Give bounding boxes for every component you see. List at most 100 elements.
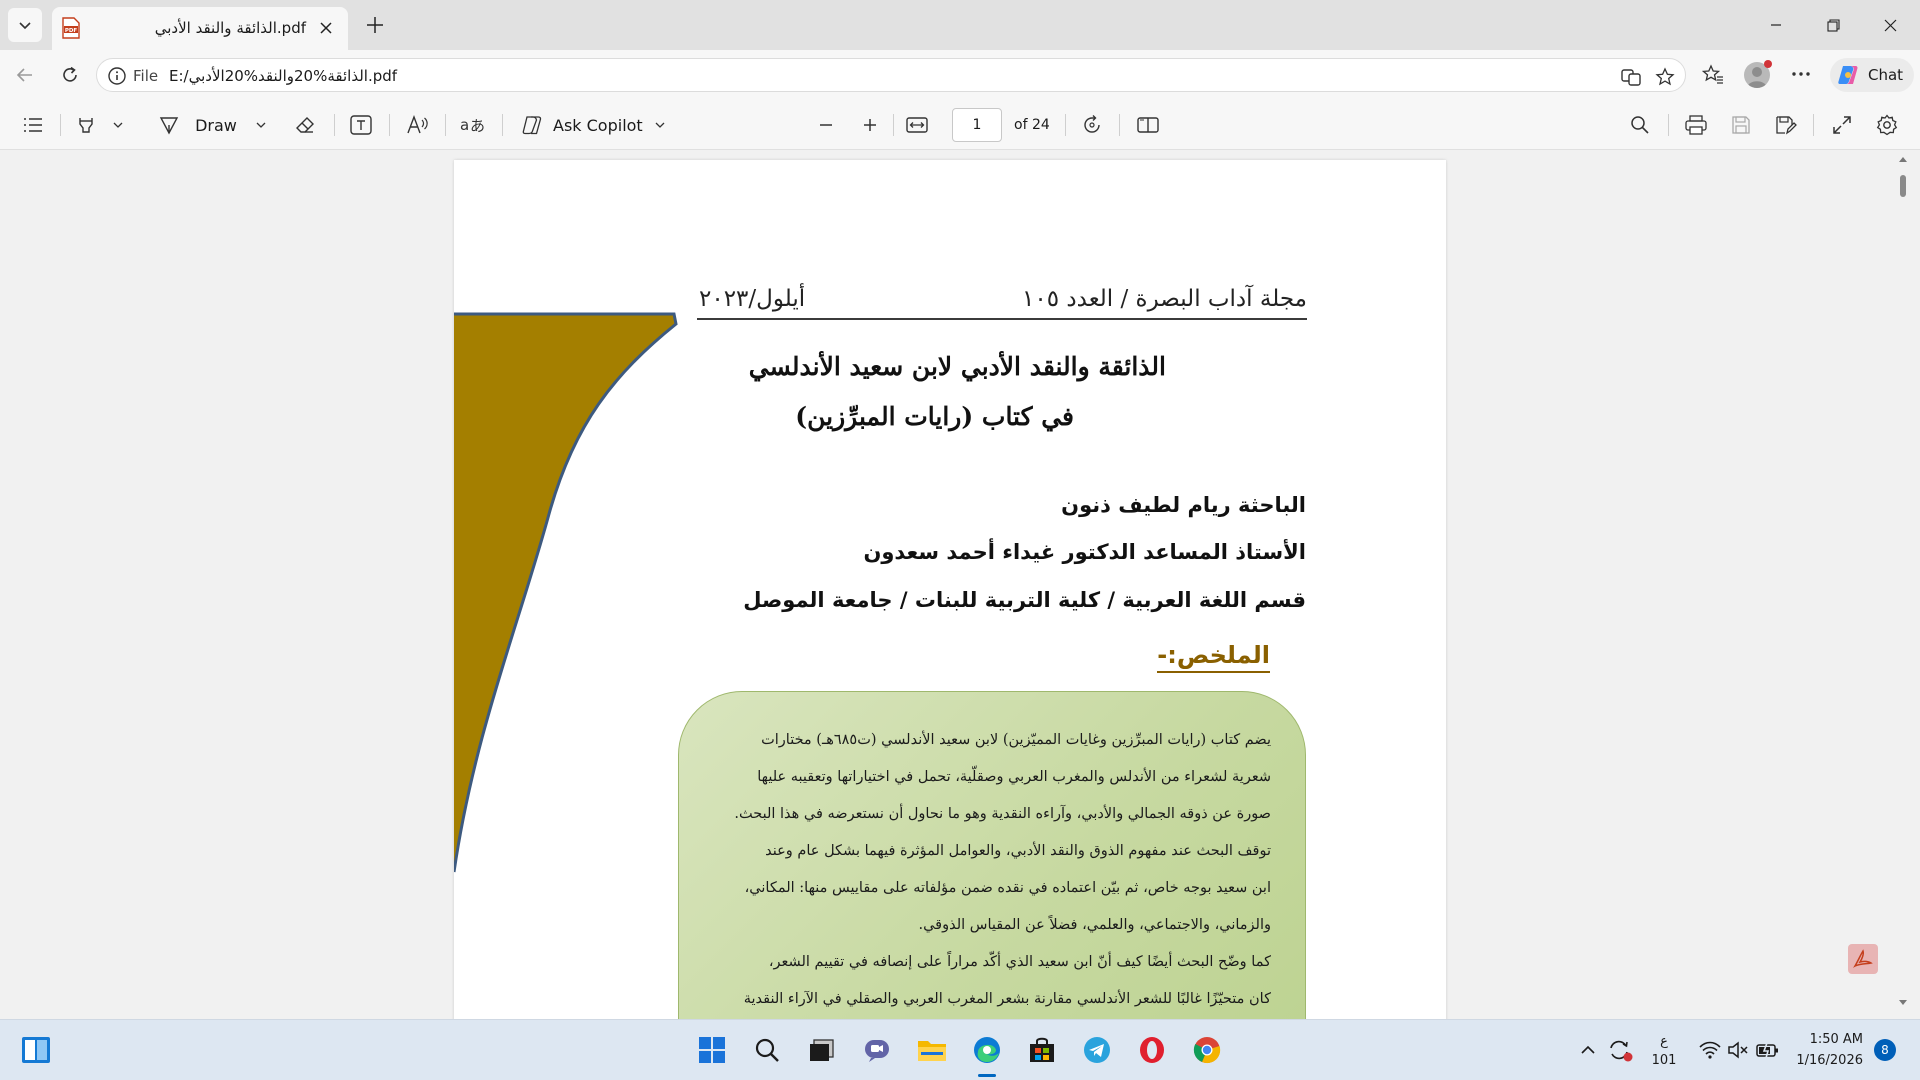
store-button[interactable] — [1026, 1034, 1058, 1066]
add-text-button[interactable] — [349, 112, 373, 138]
translate-button[interactable]: aあ — [459, 112, 487, 138]
contents-button[interactable] — [20, 112, 46, 138]
start-button[interactable] — [696, 1034, 728, 1066]
close-tab-button[interactable] — [316, 18, 336, 38]
printer-icon — [1685, 115, 1707, 135]
settings-more-button[interactable] — [1788, 61, 1814, 87]
back-button[interactable] — [10, 60, 40, 90]
draw-button[interactable]: Draw — [195, 112, 237, 138]
telegram-button[interactable] — [1081, 1034, 1113, 1066]
minimize-button[interactable] — [1761, 10, 1791, 40]
highlight-button[interactable] — [74, 112, 98, 138]
find-button[interactable] — [1627, 112, 1653, 138]
widgets-button[interactable] — [20, 1034, 52, 1066]
save-button[interactable] — [1728, 112, 1754, 138]
scrollbar-thumb[interactable] — [1900, 175, 1906, 197]
search-icon — [755, 1038, 779, 1062]
fit-to-width-button[interactable] — [904, 112, 930, 138]
page-ribbon-decoration — [454, 312, 678, 873]
show-hidden-icons-button[interactable] — [1576, 1034, 1600, 1066]
close-icon — [320, 22, 332, 34]
read-aloud-button[interactable] — [1620, 66, 1642, 88]
vertical-scrollbar[interactable] — [1896, 151, 1910, 1019]
list-icon — [24, 118, 42, 132]
paper-title-line1: الذائقة والنقد الأدبي لابن سعيد الأندلسي — [748, 352, 1166, 381]
more-icon — [1792, 72, 1810, 76]
close-icon — [1884, 19, 1896, 31]
fit-width-icon — [906, 117, 928, 133]
pdf-viewer[interactable]: مجلة آداب البصرة / العدد ١٠٥ أيلول/٢٠٢٣ … — [0, 151, 1920, 1019]
url-field[interactable]: File E:/الذائقة%20والنقد%20الأدبي.pdf — [96, 58, 1686, 92]
notification-badge[interactable]: 8 — [1874, 1039, 1896, 1061]
highlight-options-button[interactable] — [110, 112, 126, 138]
volume-tray-icon[interactable] — [1725, 1034, 1751, 1066]
maximize-button[interactable] — [1818, 10, 1848, 40]
print-button[interactable] — [1683, 112, 1709, 138]
ask-copilot-button[interactable]: Ask Copilot — [553, 112, 645, 138]
star-icon — [1655, 67, 1675, 86]
active-app-indicator — [978, 1074, 996, 1077]
fullscreen-button[interactable] — [1829, 112, 1855, 138]
url-text[interactable]: E:/الذائقة%20والنقد%20الأدبي.pdf — [169, 67, 397, 85]
battery-tray-icon[interactable] — [1755, 1034, 1781, 1066]
abstract-line: ابن سعيد بوجه خاص، ثم بيّن اعتماده في نق… — [744, 880, 1271, 896]
zoom-in-button[interactable] — [858, 112, 882, 138]
info-icon[interactable] — [107, 66, 127, 86]
telegram-icon — [1084, 1037, 1110, 1063]
favorites-button[interactable] — [1700, 61, 1726, 87]
sync-tray-icon[interactable] — [1606, 1034, 1634, 1066]
pdf-settings-button[interactable] — [1874, 112, 1900, 138]
wifi-tray-icon[interactable] — [1697, 1034, 1723, 1066]
tab-actions-button[interactable] — [8, 8, 42, 42]
abstract-line: كما وضّح البحث أيضًا كيف أنّ ابن سعيد ال… — [768, 954, 1271, 970]
pen-icon — [159, 117, 179, 135]
url-scheme: File — [133, 67, 159, 85]
scroll-up-icon[interactable] — [1898, 155, 1908, 163]
copilot-toolbar-icon[interactable] — [519, 112, 545, 138]
toolbar-divider — [1119, 114, 1120, 136]
rotate-icon — [1084, 115, 1100, 133]
refresh-button[interactable] — [55, 60, 85, 90]
new-tab-button[interactable] — [363, 13, 387, 37]
chrome-button[interactable] — [1191, 1034, 1223, 1066]
teams-button[interactable] — [861, 1034, 893, 1066]
draw-icon-button[interactable] — [158, 112, 180, 138]
abstract-heading: الملخص:- — [1157, 641, 1270, 673]
draw-options-button[interactable] — [253, 112, 269, 138]
favorite-button[interactable] — [1654, 66, 1676, 88]
copilot-options-button[interactable] — [652, 112, 668, 138]
page-number-input[interactable]: 1 — [952, 108, 1002, 142]
opera-button[interactable] — [1136, 1034, 1168, 1066]
minimize-icon — [1771, 24, 1781, 26]
zoom-out-button[interactable] — [814, 112, 838, 138]
refresh-icon — [63, 66, 77, 82]
edge-button[interactable] — [971, 1034, 1003, 1066]
erase-button[interactable] — [293, 112, 317, 138]
minus-icon — [820, 124, 832, 126]
acrobat-button[interactable] — [1848, 944, 1878, 974]
journal-name: مجلة آداب البصرة / العدد ١٠٥ — [1022, 286, 1307, 312]
highlighter-icon — [79, 118, 93, 133]
clock-date[interactable]: 1/16/2026 — [1790, 1053, 1863, 1068]
input-language-code[interactable]: 101 — [1651, 1053, 1677, 1068]
chat-label: Chat — [1868, 66, 1904, 84]
input-language-script[interactable]: ع — [1654, 1034, 1674, 1049]
save-as-button[interactable] — [1773, 112, 1799, 138]
close-window-button[interactable] — [1875, 10, 1905, 40]
rotate-button[interactable] — [1079, 112, 1105, 138]
page-view-button[interactable] — [1135, 112, 1161, 138]
browser-tab[interactable]: PDF الذائقة والنقد الأدبي.pdf — [52, 7, 348, 50]
scroll-down-icon[interactable] — [1898, 999, 1908, 1007]
copilot-chat-button[interactable]: Chat — [1830, 58, 1914, 92]
edge-icon — [974, 1037, 1000, 1063]
search-taskbar-button[interactable] — [751, 1034, 783, 1066]
paper-title-line2: في كتاب (رايات المبرِّزين) — [795, 402, 1074, 431]
save-as-icon — [1776, 116, 1797, 135]
read-aloud-toolbar-button[interactable] — [405, 112, 431, 138]
store-icon — [1030, 1037, 1054, 1062]
file-explorer-button[interactable] — [916, 1034, 948, 1066]
svg-text:a: a — [460, 116, 469, 134]
clock-time[interactable]: 1:50 AM — [1797, 1032, 1863, 1047]
task-view-icon — [810, 1039, 834, 1061]
task-view-button[interactable] — [806, 1034, 838, 1066]
